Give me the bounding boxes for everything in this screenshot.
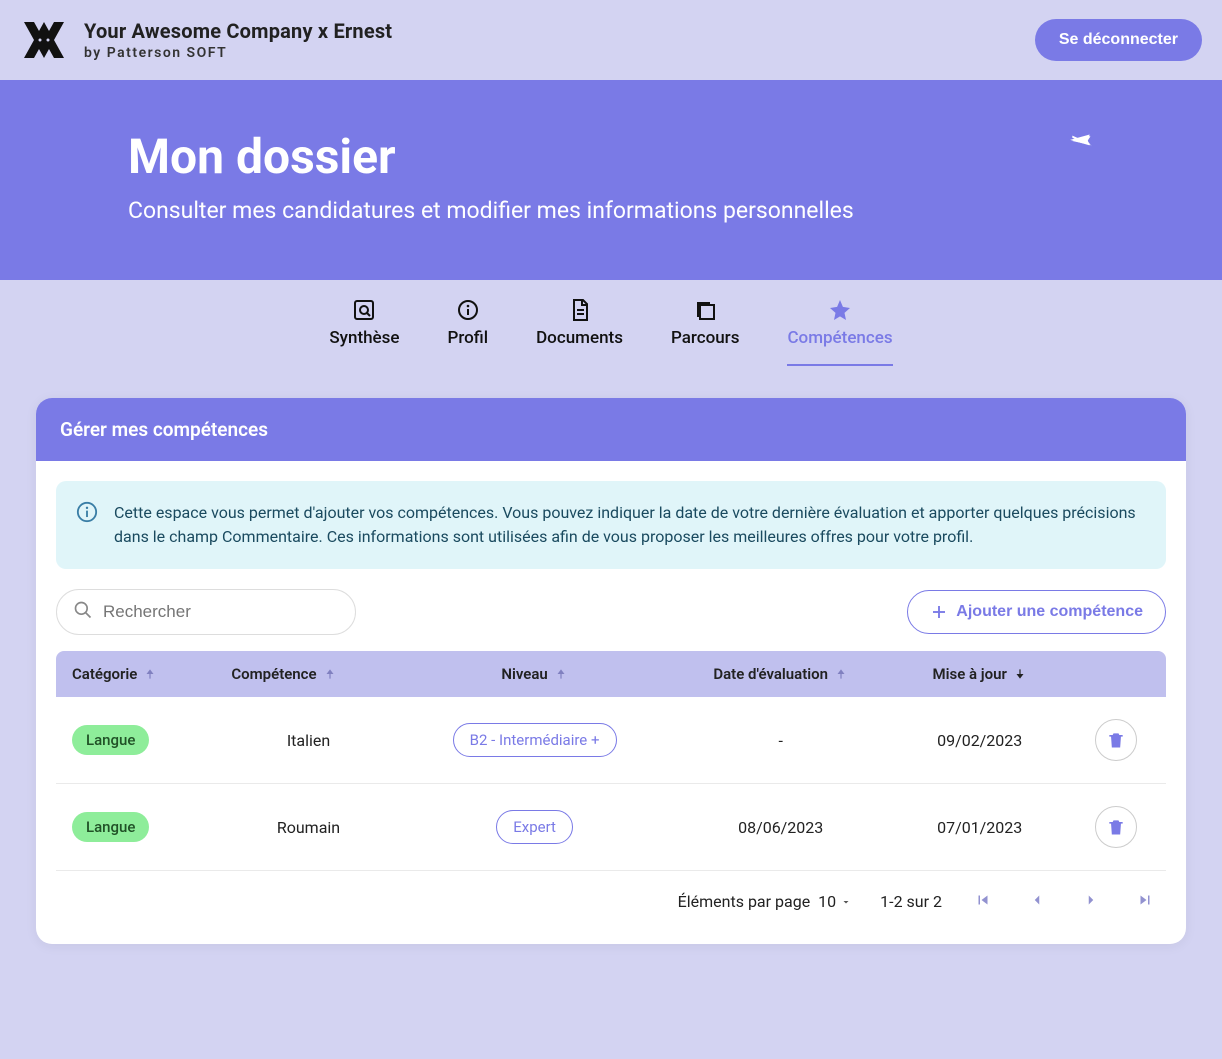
col-eval-date[interactable]: Date d'évaluation: [668, 651, 894, 697]
col-level[interactable]: Niveau: [402, 651, 668, 697]
delete-button[interactable]: [1095, 719, 1137, 761]
last-page-icon: [1136, 891, 1154, 909]
info-circle-icon: [76, 501, 98, 527]
tab-profil[interactable]: Profil: [448, 298, 489, 366]
range-label: 1-2 sur 2: [880, 892, 942, 911]
app-header: Your Awesome Company x Ernest by Patters…: [0, 0, 1222, 80]
chevron-right-icon: [1082, 891, 1100, 909]
sort-up-icon: [143, 667, 157, 681]
card-header: Gérer mes compétences: [36, 398, 1186, 461]
first-page-button[interactable]: [970, 887, 996, 916]
info-banner: Cette espace vous permet d'ajouter vos c…: [56, 481, 1166, 569]
tab-parcours[interactable]: Parcours: [671, 298, 740, 366]
next-page-button[interactable]: [1078, 887, 1104, 916]
library-icon: [693, 298, 717, 322]
pagination: Éléments par page 10 1-2 sur 2: [56, 871, 1166, 924]
tab-competences[interactable]: Compétences: [787, 298, 892, 366]
app-logo-icon: [20, 16, 68, 64]
add-skill-button[interactable]: Ajouter une compétence: [907, 590, 1166, 634]
col-category[interactable]: Catégorie: [56, 651, 215, 697]
trash-icon: [1106, 817, 1126, 837]
table-row: Langue Italien B2 - Intermédiaire + - 09…: [56, 697, 1166, 784]
tab-label: Documents: [536, 328, 623, 348]
document-icon: [568, 298, 592, 322]
header-left: Your Awesome Company x Ernest by Patters…: [20, 16, 392, 64]
tab-label: Synthèse: [329, 328, 399, 348]
delete-button[interactable]: [1095, 806, 1137, 848]
signout-button[interactable]: Se déconnecter: [1035, 19, 1202, 61]
tab-label: Compétences: [787, 328, 892, 348]
company-title: Your Awesome Company x Ernest: [84, 19, 392, 43]
trash-icon: [1106, 730, 1126, 750]
page-title: Mon dossier: [128, 128, 1094, 185]
tab-synthese[interactable]: Synthèse: [329, 298, 399, 366]
category-badge: Langue: [72, 812, 149, 842]
col-skill[interactable]: Compétence: [215, 651, 401, 697]
pagination-nav: [970, 887, 1158, 916]
per-page-select[interactable]: 10: [818, 892, 852, 911]
sort-up-icon: [554, 667, 568, 681]
sort-up-icon: [834, 667, 848, 681]
eval-date-cell: 08/06/2023: [668, 784, 894, 871]
updated-cell: 07/01/2023: [894, 784, 1066, 871]
sort-down-icon: [1013, 667, 1027, 681]
info-icon: [456, 298, 480, 322]
page-subtitle: Consulter mes candidatures et modifier m…: [128, 197, 1094, 224]
tab-bar: Synthèse Profil Documents Parcours Compé…: [0, 280, 1222, 366]
skills-table: Catégorie Compétence Niveau Date d'évalu…: [56, 651, 1166, 871]
plus-icon: [930, 603, 948, 621]
per-page-value: 10: [818, 892, 836, 911]
per-page-control: Éléments par page 10: [678, 892, 853, 911]
overview-icon: [352, 298, 376, 322]
per-page-label: Éléments par page: [678, 892, 811, 911]
tab-label: Profil: [448, 328, 489, 348]
col-updated[interactable]: Mise à jour: [894, 651, 1066, 697]
search-field-wrap[interactable]: [56, 589, 356, 635]
back-arrow-icon[interactable]: [1068, 128, 1094, 158]
tab-label: Parcours: [671, 328, 740, 348]
table-row: Langue Roumain Expert 08/06/2023 07/01/2…: [56, 784, 1166, 871]
prev-page-button[interactable]: [1024, 887, 1050, 916]
skill-cell: Italien: [215, 697, 401, 784]
level-pill: B2 - Intermédiaire +: [453, 723, 617, 757]
skills-card: Gérer mes compétences Cette espace vous …: [36, 398, 1186, 944]
sort-up-icon: [323, 667, 337, 681]
updated-cell: 09/02/2023: [894, 697, 1066, 784]
company-byline: by Patterson SOFT: [84, 45, 392, 61]
tab-documents[interactable]: Documents: [536, 298, 623, 366]
search-icon: [73, 600, 93, 624]
level-pill: Expert: [496, 810, 573, 844]
first-page-icon: [974, 891, 992, 909]
eval-date-cell: -: [668, 697, 894, 784]
card-body: Cette espace vous permet d'ajouter vos c…: [36, 461, 1186, 944]
add-button-label: Ajouter une compétence: [956, 603, 1143, 621]
page-hero: Mon dossier Consulter mes candidatures e…: [0, 80, 1222, 280]
category-badge: Langue: [72, 725, 149, 755]
chevron-down-icon: [840, 896, 852, 908]
card-toolbar: Ajouter une compétence: [56, 589, 1166, 635]
last-page-button[interactable]: [1132, 887, 1158, 916]
star-icon: [828, 298, 852, 322]
search-input[interactable]: [103, 602, 339, 622]
skill-cell: Roumain: [215, 784, 401, 871]
chevron-left-icon: [1028, 891, 1046, 909]
info-text: Cette espace vous permet d'ajouter vos c…: [114, 501, 1146, 549]
company-info: Your Awesome Company x Ernest by Patters…: [84, 19, 392, 61]
